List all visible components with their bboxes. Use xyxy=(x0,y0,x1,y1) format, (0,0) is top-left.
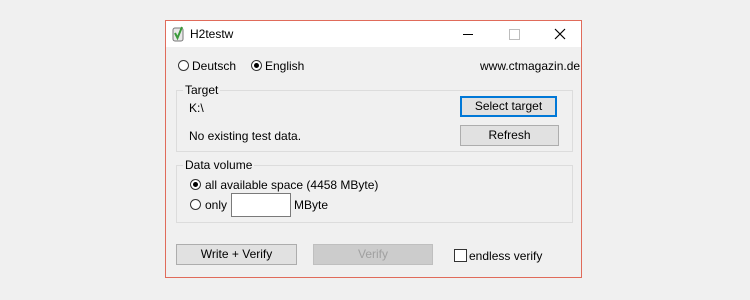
maximize-button[interactable] xyxy=(491,21,537,47)
endless-verify-checkbox[interactable] xyxy=(454,249,467,262)
mbyte-input[interactable] xyxy=(231,193,291,217)
mbyte-unit-label: MByte xyxy=(294,198,329,212)
data-volume-group-label: Data volume xyxy=(183,158,255,172)
radio-all-space[interactable] xyxy=(190,179,201,190)
title-bar[interactable]: H2testw xyxy=(166,21,581,47)
radio-deutsch-label[interactable]: Deutsch xyxy=(192,59,236,73)
radio-english[interactable] xyxy=(251,60,262,71)
radio-all-space-label[interactable]: all available space (4458 MByte) xyxy=(205,178,378,192)
select-target-button[interactable]: Select target xyxy=(460,96,557,117)
verify-button[interactable]: Verify xyxy=(313,244,433,265)
minimize-icon xyxy=(463,34,473,35)
radio-deutsch[interactable] xyxy=(178,60,189,71)
window-title: H2testw xyxy=(190,27,234,41)
target-path: K:\ xyxy=(189,101,204,115)
app-icon xyxy=(172,26,184,42)
refresh-button[interactable]: Refresh xyxy=(460,125,559,146)
h2testw-window: H2testw Deutsch English www.ctmagazin.de… xyxy=(165,20,582,278)
minimize-button[interactable] xyxy=(445,21,491,47)
target-status: No existing test data. xyxy=(189,129,302,143)
radio-english-label[interactable]: English xyxy=(265,59,304,73)
write-verify-button[interactable]: Write + Verify xyxy=(176,244,297,265)
maximize-icon xyxy=(509,29,520,40)
endless-verify-label[interactable]: endless verify xyxy=(469,249,542,263)
website-link[interactable]: www.ctmagazin.de xyxy=(480,59,580,73)
radio-only-label[interactable]: only xyxy=(205,198,227,212)
close-button[interactable] xyxy=(537,21,583,47)
radio-only[interactable] xyxy=(190,199,201,210)
target-group-label: Target xyxy=(183,83,221,97)
close-icon xyxy=(554,28,566,40)
